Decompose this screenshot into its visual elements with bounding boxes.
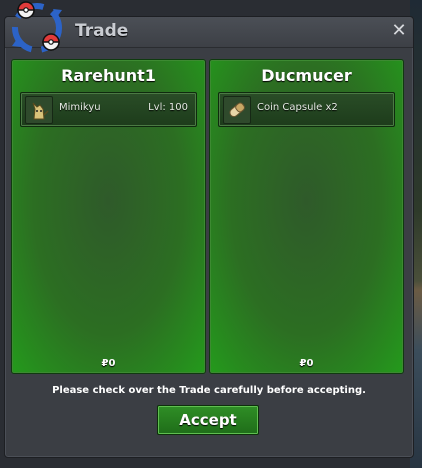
left-player-name: Rarehunt1 <box>61 66 156 85</box>
trade-dialog: Trade ✕ Rarehunt1 Mimikyu Lvl: 100 ₽0 Du… <box>4 16 414 458</box>
trade-notice: Please check over the Trade carefully be… <box>52 385 366 396</box>
right-player-name: Ducmucer <box>261 66 352 85</box>
mimikyu-icon <box>25 96 53 124</box>
accept-button[interactable]: Accept <box>157 405 259 435</box>
left-trade-panel: Rarehunt1 Mimikyu Lvl: 100 ₽0 <box>11 59 206 374</box>
window-title: Trade <box>75 21 129 41</box>
right-trade-item[interactable]: Coin Capsule x2 <box>218 92 395 127</box>
item-name: Mimikyu <box>59 102 101 113</box>
item-name: Coin Capsule x2 <box>257 102 338 113</box>
left-money: ₽0 <box>101 358 116 369</box>
right-money: ₽0 <box>299 358 314 369</box>
left-trade-item[interactable]: Mimikyu Lvl: 100 <box>20 92 197 127</box>
close-icon[interactable]: ✕ <box>389 20 409 42</box>
pokeball-logo-icon <box>6 0 68 56</box>
coin-capsule-icon <box>223 96 251 124</box>
item-level: Lvl: 100 <box>148 102 188 113</box>
right-trade-panel: Ducmucer Coin Capsule x2 ₽0 <box>209 59 404 374</box>
